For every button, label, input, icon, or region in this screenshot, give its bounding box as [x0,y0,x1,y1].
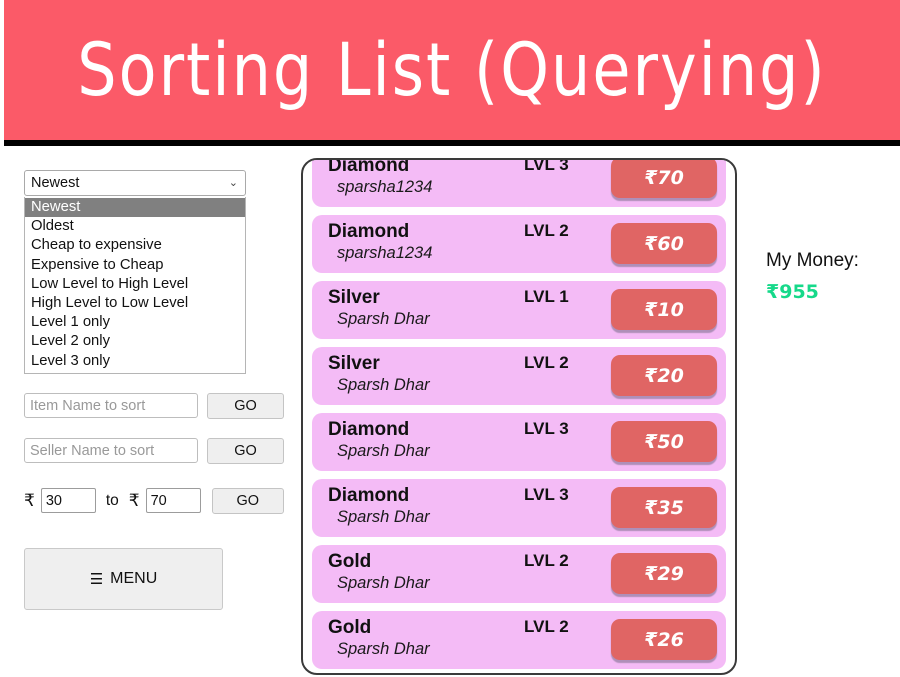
chevron-down-icon: ⌄ [228,176,238,189]
item-listing-scroll: Diamond sparsha1234 LVL 3 ₹70 Diamond sp… [303,158,735,673]
item-price-button[interactable]: ₹60 [611,223,717,264]
price-range-row: ₹ to ₹ GO [24,487,284,514]
item-seller: Sparsh Dhar [337,574,430,592]
menu-button-label: MENU [110,569,158,587]
price-range-go-button[interactable]: GO [211,487,284,514]
list-item[interactable]: Silver Sparsh Dhar LVL 1 ₹10 [312,281,726,339]
my-money-value: ₹955 [766,280,819,303]
seller-search-go-button[interactable]: GO [207,437,284,464]
item-seller: sparsha1234 [337,244,433,262]
hamburger-icon: ☰ [89,570,104,588]
price-range-separator: to [105,491,119,509]
item-level: LVL 3 [524,158,569,174]
sort-select-value: Newest [31,175,80,191]
item-price-button[interactable]: ₹29 [611,553,717,594]
item-level: LVL 2 [524,353,569,372]
item-name: Silver [328,353,380,374]
app-page: Sorting List (Querying) Newest ⌄ Newest … [0,0,900,677]
menu-button[interactable]: ☰ MENU [24,547,223,610]
sort-option-oldest[interactable]: Oldest [25,217,245,236]
page-banner: Sorting List (Querying) [4,0,900,140]
sort-option-level-2-only[interactable]: Level 2 only [25,332,245,351]
item-price-button[interactable]: ₹10 [611,289,717,330]
item-level: LVL 2 [524,221,569,240]
item-level: LVL 2 [524,617,569,636]
item-search-go-button[interactable]: GO [207,392,284,419]
main-body: Newest ⌄ Newest Oldest Cheap to expensiv… [4,146,897,677]
item-name: Diamond [328,419,410,440]
item-seller: Sparsh Dhar [337,442,430,460]
item-price-button[interactable]: ₹50 [611,421,717,462]
item-price-button[interactable]: ₹35 [611,487,717,528]
item-level: LVL 2 [524,551,569,570]
item-price-button[interactable]: ₹26 [611,619,717,660]
my-money-panel: My Money: ₹955 [766,250,896,303]
page-title: Sorting List (Querying) [77,26,827,113]
sort-option-list[interactable]: Newest Oldest Cheap to expensive Expensi… [24,197,246,374]
item-seller: Sparsh Dhar [337,310,430,328]
sort-option-newest[interactable]: Newest [25,198,245,218]
item-price-button[interactable]: ₹70 [611,160,717,198]
list-item[interactable]: Gold Sparsh Dhar LVL 2 ₹26 [312,611,726,669]
list-item[interactable]: Diamond Sparsh Dhar LVL 3 ₹35 [312,479,726,537]
item-listing-frame[interactable]: Diamond sparsha1234 LVL 3 ₹70 Diamond sp… [301,158,737,675]
seller-search-row: GO [24,437,284,464]
rupee-icon-max: ₹ [128,490,140,511]
sort-option-low-to-high-level[interactable]: Low Level to High Level [25,275,245,294]
sort-option-level-1-only[interactable]: Level 1 only [25,313,245,332]
item-seller: sparsha1234 [337,178,433,196]
list-item[interactable]: Gold Sparsh Dhar LVL 2 ₹29 [312,545,726,603]
price-max-input[interactable] [145,488,201,514]
item-level: LVL 3 [524,485,569,504]
item-name: Diamond [328,158,410,176]
list-item[interactable]: Diamond sparsha1234 LVL 2 ₹60 [312,215,726,273]
item-name: Gold [328,617,372,638]
sort-option-cheap-to-expensive[interactable]: Cheap to expensive [25,236,245,255]
list-item[interactable]: Silver Sparsh Dhar LVL 2 ₹20 [312,347,726,405]
item-seller: Sparsh Dhar [337,640,430,658]
list-item[interactable]: Diamond sparsha1234 LVL 3 ₹70 [312,158,726,207]
item-seller: Sparsh Dhar [337,376,430,394]
item-seller: Sparsh Dhar [337,508,430,526]
item-level: LVL 3 [524,419,569,438]
item-level: LVL 1 [524,287,569,306]
item-name: Diamond [328,485,410,506]
item-name-input[interactable] [24,393,198,419]
sort-option-expensive-to-cheap[interactable]: Expensive to Cheap [25,256,245,275]
item-name: Silver [328,287,380,308]
item-search-row: GO [24,392,284,419]
sort-option-level-3-only[interactable]: Level 3 only [25,352,245,371]
filter-controls-panel: Newest ⌄ Newest Oldest Cheap to expensiv… [24,170,284,610]
item-name: Gold [328,551,372,572]
seller-name-input[interactable] [24,438,198,464]
my-money-label: My Money: [766,250,859,271]
sort-select[interactable]: Newest ⌄ [24,170,246,196]
sort-option-high-to-low-level[interactable]: High Level to Low Level [25,294,245,313]
item-price-button[interactable]: ₹20 [611,355,717,396]
item-name: Diamond [328,221,410,242]
price-min-input[interactable] [40,488,96,514]
rupee-icon-min: ₹ [24,490,35,511]
list-item[interactable]: Diamond Sparsh Dhar LVL 3 ₹50 [312,413,726,471]
